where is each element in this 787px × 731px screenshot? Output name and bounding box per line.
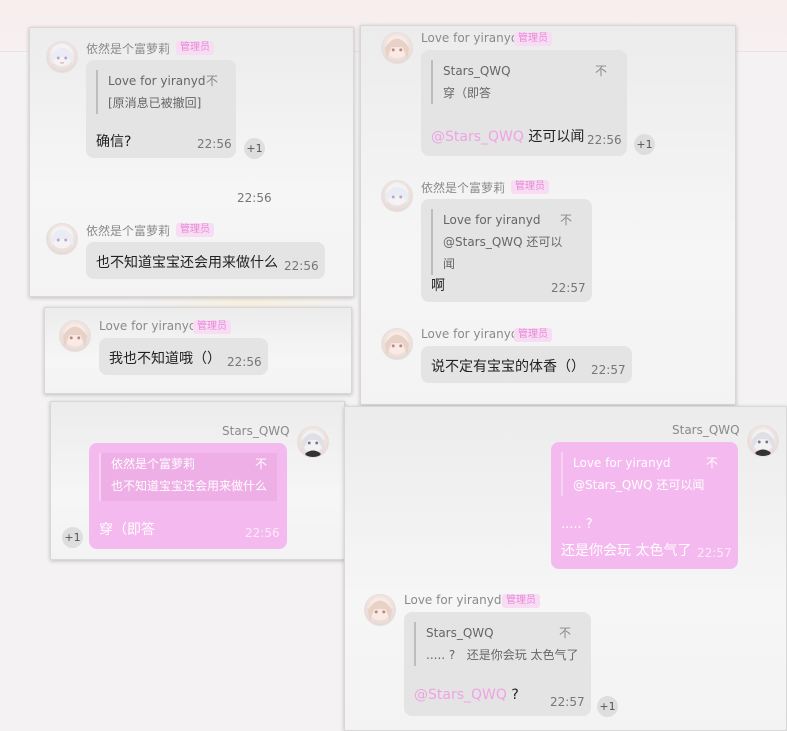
quote-sender: Love for yiranyd [443,213,541,227]
quote-close-icon: 不 [205,74,218,88]
message-time: 22:57 [551,281,586,295]
message-text: 确信? [96,134,132,150]
message-time: 22:56 [245,526,280,540]
quote-sender: Stars_QWQ [426,626,494,640]
sender-name: Love for yiranyd [99,319,197,333]
avatar-fuluoli-icon [46,223,78,255]
message-time: 22:56 [587,133,622,147]
message-time: 22:56 [284,259,319,273]
chat-screenshot-panel: Stars_QWQ 依然是个富萝莉 不 也不知道宝宝还会用来做什么 穿（即答 22… [50,401,345,560]
message-text: 穿（即答 [99,522,155,538]
plus-one-button[interactable]: +1 [634,134,655,155]
quote-close-icon: 不 [559,213,572,227]
chat-screenshot-panel: Love for yiranyd 管理员 Stars_QWQ 不 穿（即答 @St… [360,25,736,405]
quote-close-icon: 不 [254,457,267,471]
reply-quote[interactable]: Love for yiranyd 不 [原消息已被撤回] [96,70,218,114]
quote-close-icon: 不 [594,64,607,78]
sender-name: Love for yiranyd [404,593,502,607]
admin-badge: 管理员 [193,320,231,334]
message-time: 22:57 [697,546,732,560]
admin-badge: 管理员 [511,180,549,194]
sender-name: Stars_QWQ [222,424,290,438]
quote-close-icon: 不 [558,626,571,640]
quote-text: [原消息已被撤回] [108,96,202,110]
avatar-yiranyd-icon [381,328,413,360]
reply-quote[interactable]: Love for yiranyd 不 @Stars_QWQ 还可以闻 [431,209,572,275]
avatar-stars-icon [747,425,779,457]
sender-name: 依然是个富萝莉 [86,224,171,238]
message-text: 啊 [431,278,445,294]
quote-text: 也不知道宝宝还会用来做什么 [111,479,268,493]
reply-quote[interactable]: 依然是个富萝莉 不 也不知道宝宝还会用来做什么 [99,453,277,501]
avatar-yiranyd-icon [364,594,396,626]
admin-badge: 管理员 [514,328,552,342]
message-text: 说不定有宝宝的体香（） [431,359,585,375]
message-bubble[interactable]: 我也不知道哦（） 22:56 [99,338,268,375]
chat-screenshot-panel: 依然是个富萝莉 管理员 Love for yiranyd 不 [原消息已被撤回] … [29,27,354,297]
message-bubble[interactable]: Stars_QWQ 不 ..... ? 还是你会玩 太色气了 @Stars_QWQ… [404,612,591,716]
chat-screenshot-panel: Stars_QWQ Love for yiranyd 不 @Stars_QWQ 还… [344,406,787,731]
message-time: 22:56 [197,137,232,151]
quote-text: ..... ? 还是你会玩 太色气了 [426,648,579,662]
timestamp: 22:56 [237,191,272,205]
message-time: 22:57 [591,363,626,377]
sender-name: 依然是个富萝莉 [86,42,171,56]
avatar-yiranyd-icon [59,320,91,352]
sender-name: Love for yiranyd [421,31,519,45]
message-bubble[interactable]: Love for yiranyd 不 @Stars_QWQ 还可以闻 啊 22:5… [421,199,592,302]
plus-one-button[interactable]: +1 [244,138,265,159]
avatar-stars-icon [297,426,329,458]
quote-sender: Love for yiranyd [108,74,206,88]
sender-name: 依然是个富萝莉 [421,181,506,195]
reply-quote[interactable]: Love for yiranyd 不 @Stars_QWQ 还可以闻 [561,452,718,496]
message-bubble[interactable]: 说不定有宝宝的体香（） 22:57 [421,346,632,383]
admin-badge: 管理员 [514,32,552,46]
quote-text: @Stars_QWQ 还可以闻 [443,235,563,271]
message-text: @Stars_QWQ ? [414,687,519,703]
message-bubble[interactable]: Love for yiranyd 不 @Stars_QWQ 还可以闻 ..... … [551,442,738,569]
plus-one-button[interactable]: +1 [62,527,83,548]
quote-sender: 依然是个富萝莉 [111,457,196,471]
message-text: @Stars_QWQ 还可以闻 [431,129,585,145]
chat-screenshot-panel: Love for yiranyd 管理员 我也不知道哦（） 22:56 [44,307,352,394]
message-text-line: 还是你会玩 太色气了 [561,543,692,559]
message-time: 22:57 [550,695,585,709]
message-bubble[interactable]: 依然是个富萝莉 不 也不知道宝宝还会用来做什么 穿（即答 22:56 [89,443,287,549]
quote-sender: Love for yiranyd [573,456,671,470]
reply-quote[interactable]: Stars_QWQ 不 ..... ? 还是你会玩 太色气了 [414,622,579,666]
avatar-yiranyd-icon [381,32,413,64]
reply-quote[interactable]: Stars_QWQ 不 穿（即答 [431,60,607,104]
mention-link[interactable]: @Stars_QWQ [414,687,507,703]
sender-name: Love for yiranyd [421,327,519,341]
message-bubble[interactable]: Stars_QWQ 不 穿（即答 @Stars_QWQ 还可以闻 22:56 [421,50,627,156]
message-bubble[interactable]: Love for yiranyd 不 [原消息已被撤回] 确信? 22:56 [86,60,236,158]
message-bubble[interactable]: 也不知道宝宝还会用来做什么 22:56 [86,242,325,279]
message-text: 我也不知道哦（） [109,351,221,367]
admin-badge: 管理员 [176,223,214,237]
message-text-line: ..... ? [561,517,593,532]
avatar-fuluoli-icon [381,180,413,212]
plus-one-button[interactable]: +1 [597,696,618,717]
quote-sender: Stars_QWQ [443,64,511,78]
quote-text: 穿（即答 [443,86,492,100]
avatar-fuluoli-icon [46,41,78,73]
message-text: 也不知道宝宝还会用来做什么 [96,255,278,271]
admin-badge: 管理员 [176,41,214,55]
message-time: 22:56 [227,355,262,369]
sender-name: Stars_QWQ [672,423,740,437]
quote-text: @Stars_QWQ 还可以闻 [573,478,705,492]
quote-close-icon: 不 [705,456,718,470]
admin-badge: 管理员 [502,594,540,608]
mention-link[interactable]: @Stars_QWQ [431,129,524,145]
